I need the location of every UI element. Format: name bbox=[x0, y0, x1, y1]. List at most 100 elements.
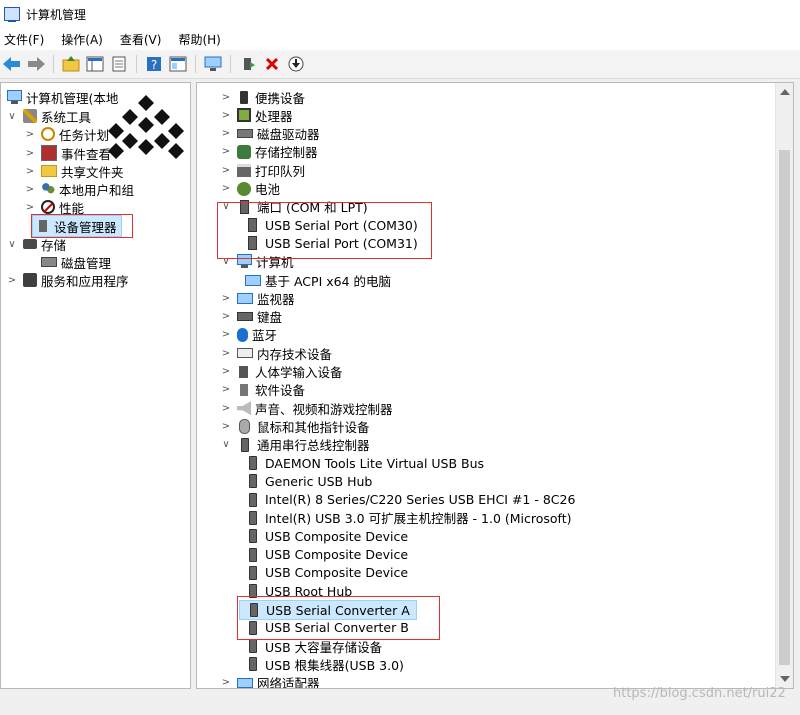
device-tree-item[interactable]: > 键盘 bbox=[221, 308, 282, 326]
device-label: 打印队列 bbox=[255, 163, 306, 179]
device-label: 磁盘驱动器 bbox=[257, 127, 320, 143]
device-tree-item[interactable]: > 网络适配器 bbox=[221, 674, 320, 688]
console-tree-icon[interactable] bbox=[168, 54, 188, 74]
device-tree-item[interactable]: Generic USB Hub bbox=[239, 472, 372, 490]
chevron-right-icon[interactable]: > bbox=[221, 92, 231, 103]
vertical-scrollbar[interactable] bbox=[775, 83, 793, 688]
device-label: 软件设备 bbox=[255, 383, 306, 399]
device-tree-item[interactable]: USB Composite Device bbox=[239, 527, 408, 545]
printer-icon bbox=[237, 163, 251, 177]
chevron-right-icon[interactable]: > bbox=[221, 421, 231, 432]
chevron-down-icon[interactable]: ∨ bbox=[7, 111, 17, 122]
chevron-right-icon[interactable]: > bbox=[221, 403, 231, 414]
help-icon[interactable]: ? bbox=[144, 54, 164, 74]
tree-item-event-viewer[interactable]: > 事件查看 bbox=[25, 144, 111, 162]
chevron-right-icon[interactable]: > bbox=[221, 183, 231, 194]
device-tree-item[interactable]: > 内存技术设备 bbox=[221, 344, 332, 362]
chevron-right-icon[interactable]: > bbox=[221, 384, 231, 395]
tree-item-local-users[interactable]: > 本地用户和组 bbox=[25, 180, 134, 198]
tree-item-computer-management[interactable]: 计算机管理(本地 bbox=[3, 88, 118, 106]
device-tree-item[interactable]: > 电池 bbox=[221, 180, 280, 198]
show-hide-tree-icon[interactable] bbox=[85, 54, 105, 74]
services-icon bbox=[23, 273, 37, 287]
computer-management-icon bbox=[4, 7, 20, 22]
device-label: 声音、视频和游戏控制器 bbox=[255, 401, 393, 417]
menu-action[interactable]: 操作(A) bbox=[57, 31, 111, 48]
scrollbar-thumb[interactable] bbox=[779, 150, 790, 665]
chevron-right-icon[interactable]: > bbox=[221, 677, 231, 688]
device-tree-item[interactable]: > 人体学输入设备 bbox=[221, 363, 343, 381]
device-tree-item[interactable]: Intel(R) 8 Series/C220 Series USB EHCI #… bbox=[239, 491, 575, 509]
device-tree-item[interactable]: ∨ 通用串行总线控制器 bbox=[221, 436, 370, 454]
usb-icon bbox=[249, 510, 257, 525]
tree-item-task-scheduler[interactable]: > 任务计划 bbox=[25, 125, 109, 143]
highlight-box-serial-converters bbox=[237, 596, 440, 640]
chevron-right-icon[interactable]: > bbox=[221, 165, 231, 176]
device-tree-item[interactable]: Intel(R) USB 3.0 可扩展主机控制器 - 1.0 (Microso… bbox=[239, 509, 572, 527]
device-tree-item[interactable]: > 便携设备 bbox=[221, 88, 305, 106]
chevron-down-icon[interactable]: ∨ bbox=[221, 439, 231, 450]
device-tree-item[interactable]: > 蓝牙 bbox=[221, 326, 277, 344]
chevron-right-icon[interactable]: > bbox=[221, 311, 231, 322]
chevron-right-icon[interactable]: > bbox=[25, 184, 35, 195]
device-label: 键盘 bbox=[257, 310, 283, 326]
properties-icon[interactable] bbox=[109, 54, 129, 74]
mouse-icon bbox=[239, 418, 250, 434]
device-tree-item[interactable]: > 声音、视频和游戏控制器 bbox=[221, 399, 393, 417]
tree-item-storage[interactable]: ∨ 存储 bbox=[7, 235, 66, 253]
chevron-right-icon[interactable]: > bbox=[25, 202, 35, 213]
device-label: 蓝牙 bbox=[252, 328, 278, 344]
performance-icon bbox=[41, 200, 55, 214]
tree-item-label: 任务计划 bbox=[59, 127, 110, 143]
shared-folder-icon bbox=[41, 165, 57, 177]
tree-item-label: 事件查看 bbox=[61, 146, 112, 162]
device-tree-item[interactable]: USB Composite Device bbox=[239, 546, 408, 564]
storage-icon bbox=[23, 239, 37, 249]
usb-icon bbox=[249, 474, 257, 489]
device-tree-item[interactable]: 基于 ACPI x64 的电脑 bbox=[239, 271, 391, 289]
chevron-right-icon[interactable]: > bbox=[25, 129, 35, 140]
device-tree-item[interactable]: > 鼠标和其他指针设备 bbox=[221, 417, 370, 435]
device-tree-pane: > 便携设备 > 处理器 > 磁盘驱动器 > 存储控制器 > 打印队列 > 电池 ∨ 端口 (COM 和 … bbox=[196, 82, 794, 689]
device-tree-item[interactable]: > 打印队列 bbox=[221, 161, 305, 179]
chevron-right-icon[interactable]: > bbox=[221, 329, 231, 340]
device-label: 内存技术设备 bbox=[257, 346, 333, 362]
tree-item-disk-management[interactable]: 磁盘管理 bbox=[25, 253, 111, 271]
chevron-right-icon[interactable]: > bbox=[221, 128, 231, 139]
device-tree-item[interactable]: > 处理器 bbox=[221, 106, 293, 124]
chevron-right-icon[interactable]: > bbox=[25, 148, 35, 159]
chevron-right-icon[interactable]: > bbox=[25, 166, 35, 177]
device-tree-item[interactable]: DAEMON Tools Lite Virtual USB Bus bbox=[239, 454, 484, 472]
menu-help[interactable]: 帮助(H) bbox=[174, 31, 228, 48]
chevron-right-icon[interactable]: > bbox=[221, 348, 231, 359]
usb-icon bbox=[249, 565, 257, 580]
download-icon[interactable] bbox=[286, 54, 306, 74]
menu-view[interactable]: 查看(V) bbox=[116, 31, 170, 48]
tree-item-services-apps[interactable]: > 服务和应用程序 bbox=[7, 271, 129, 289]
chevron-right-icon[interactable]: > bbox=[221, 366, 231, 377]
chevron-down-icon[interactable]: ∨ bbox=[7, 239, 17, 250]
uninstall-icon[interactable] bbox=[262, 54, 282, 74]
forward-arrow-icon[interactable] bbox=[26, 54, 46, 74]
monitor-icon[interactable] bbox=[203, 54, 223, 74]
menu-file[interactable]: 文件(F) bbox=[0, 31, 52, 48]
scroll-down-icon[interactable] bbox=[780, 676, 790, 682]
scroll-up-icon[interactable] bbox=[780, 89, 790, 95]
device-tree-item[interactable]: > 存储控制器 bbox=[221, 143, 318, 161]
device-tree-item[interactable]: USB 根集线器(USB 3.0) bbox=[239, 655, 404, 673]
device-tree-item[interactable]: > 磁盘驱动器 bbox=[221, 125, 320, 143]
device-tree-item[interactable]: > 软件设备 bbox=[221, 381, 305, 399]
chevron-right-icon[interactable]: > bbox=[7, 275, 17, 286]
device-tree-item[interactable]: USB Composite Device bbox=[239, 564, 408, 582]
tree-item-system-tools[interactable]: ∨ 系统工具 bbox=[7, 107, 91, 125]
chevron-right-icon[interactable]: > bbox=[221, 146, 231, 157]
chevron-right-icon[interactable]: > bbox=[221, 110, 231, 121]
monitor-icon bbox=[245, 274, 261, 286]
up-folder-icon[interactable] bbox=[61, 54, 81, 74]
update-driver-icon[interactable] bbox=[238, 54, 258, 74]
cpu-icon bbox=[237, 108, 251, 123]
back-arrow-icon[interactable] bbox=[2, 54, 22, 74]
tree-item-shared-folders[interactable]: > 共享文件夹 bbox=[25, 162, 124, 180]
device-tree-item[interactable]: > 监视器 bbox=[221, 289, 295, 307]
chevron-right-icon[interactable]: > bbox=[221, 293, 231, 304]
